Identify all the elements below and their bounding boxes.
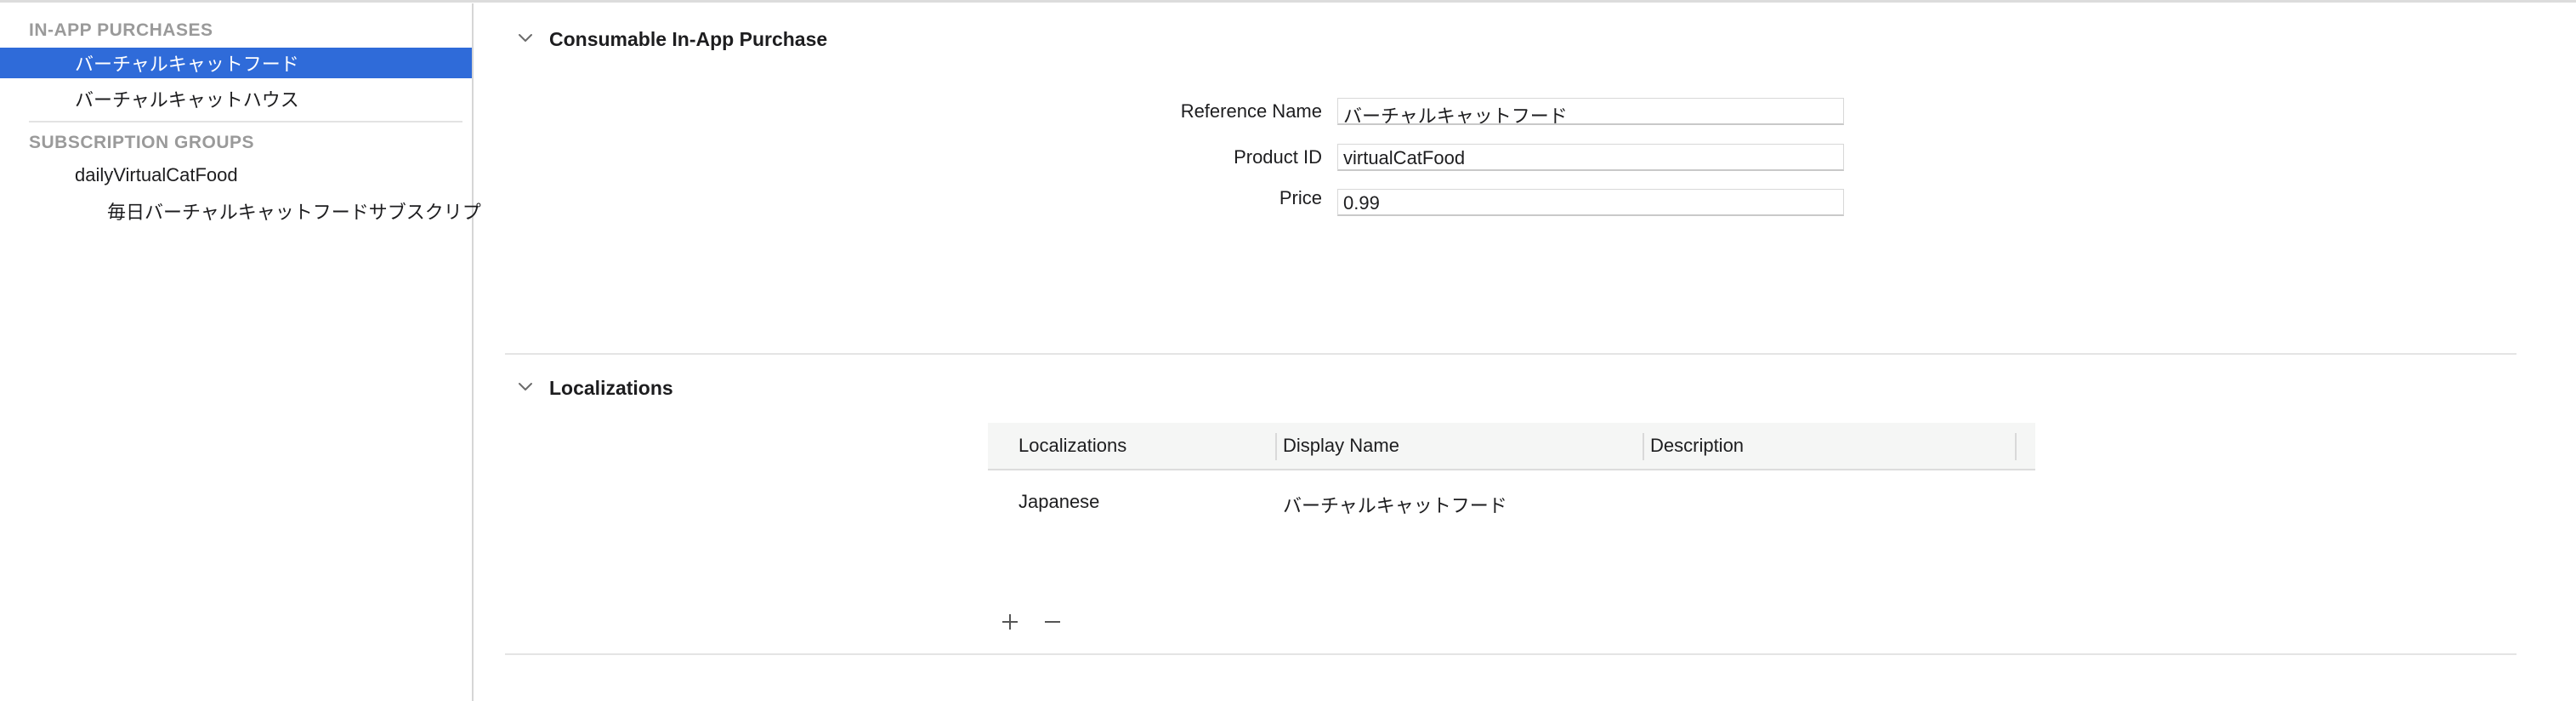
editor-area: Consumable In-App Purchase Reference Nam… xyxy=(474,3,2576,701)
sidebar: IN-APP PURCHASES バーチャルキャットフード バーチャルキャットハ… xyxy=(0,3,481,701)
price-field[interactable]: 0.99 xyxy=(1337,189,1844,216)
localizations-panel-title: Localizations xyxy=(549,377,673,399)
sidebar-item-label: 毎日バーチャルキャットフードサブスクリプ xyxy=(107,202,481,223)
sidebar-item-subscription-group[interactable]: dailyVirtualCatFood xyxy=(0,160,472,191)
sidebar-divider xyxy=(29,121,462,123)
column-separator[interactable] xyxy=(2015,433,2017,460)
cell-localization: Japanese xyxy=(1018,491,1100,512)
product-id-field[interactable]: virtualCatFood xyxy=(1337,144,1844,171)
remove-localization-button[interactable] xyxy=(1040,609,1065,635)
column-separator[interactable] xyxy=(1275,433,1277,460)
plus-icon xyxy=(1002,614,1018,630)
panel-bottom-divider xyxy=(505,653,2516,655)
add-localization-button[interactable] xyxy=(997,609,1023,635)
reference-name-field[interactable]: バーチャルキャットフード xyxy=(1337,98,1844,125)
subscription-groups-header: SUBSCRIPTION GROUPS xyxy=(29,133,255,152)
panel-divider xyxy=(505,353,2516,355)
column-header-localizations[interactable]: Localizations xyxy=(1018,435,1126,457)
sidebar-item-label: dailyVirtualCatFood xyxy=(75,164,238,185)
sidebar-item-subscription[interactable]: 毎日バーチャルキャットフードサブスクリプ xyxy=(0,196,481,226)
sidebar-item-virtual-cat-food[interactable]: バーチャルキャットフード xyxy=(0,48,472,78)
column-separator[interactable] xyxy=(1643,433,1644,460)
sidebar-item-virtual-cat-house[interactable]: バーチャルキャットハウス xyxy=(0,83,472,114)
chevron-down-icon[interactable] xyxy=(516,378,535,396)
column-header-description[interactable]: Description xyxy=(1650,435,1744,457)
table-row[interactable]: Japanese バーチャルキャットフード xyxy=(988,474,2035,539)
cell-display-name: バーチャルキャットフード xyxy=(1283,495,1507,516)
chevron-down-icon[interactable] xyxy=(516,29,535,48)
column-header-display-name[interactable]: Display Name xyxy=(1283,435,1399,457)
minus-icon xyxy=(1045,621,1060,623)
reference-name-label: Reference Name xyxy=(1180,100,1322,122)
table-header: Localizations Display Name Description xyxy=(988,423,2035,470)
purchase-panel-title: Consumable In-App Purchase xyxy=(549,28,828,50)
product-id-label: Product ID xyxy=(1234,146,1322,168)
sidebar-item-label: バーチャルキャットフード xyxy=(75,54,299,75)
in-app-purchases-header: IN-APP PURCHASES xyxy=(29,20,213,40)
sidebar-item-label: バーチャルキャットハウス xyxy=(75,89,299,111)
price-label: Price xyxy=(1279,187,1322,208)
